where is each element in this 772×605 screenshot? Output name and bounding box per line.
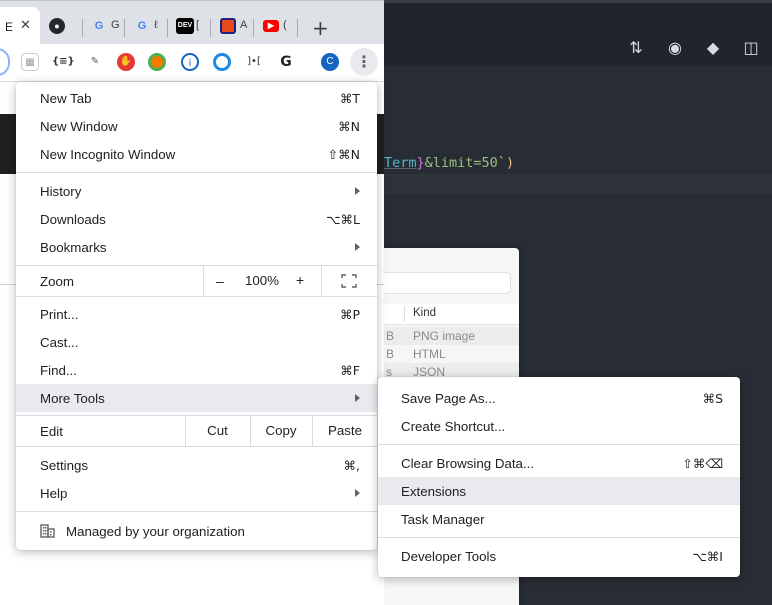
building-icon	[40, 524, 55, 538]
menu-item-create-shortcut[interactable]: Create Shortcut...	[378, 412, 740, 440]
zoom-out-button[interactable]: –	[216, 273, 224, 289]
grammarly-icon[interactable]: G	[277, 53, 295, 71]
json-formatter-icon[interactable]: {≡}	[52, 53, 75, 71]
dev-icon: DEV	[176, 18, 194, 34]
menu-item-downloads[interactable]: Downloads ⌥⌘L	[16, 205, 377, 233]
kind-column-header[interactable]: Kind	[413, 307, 436, 319]
password-manager-icon[interactable]: i	[181, 53, 199, 71]
chrome-menu-button[interactable]: ⋮	[350, 48, 378, 76]
ublock-icon[interactable]: ✋	[117, 53, 135, 71]
submenu-arrow-icon	[355, 489, 360, 497]
bookmark-site-icon	[220, 18, 236, 34]
more-tools-submenu: Save Page As... ⌘S Create Shortcut... Cle…	[378, 377, 740, 577]
menu-item-clear-browsing-data[interactable]: Clear Browsing Data... ⇧⌘⌫	[378, 449, 740, 477]
address-bar[interactable]	[0, 48, 10, 76]
menu-item-settings[interactable]: Settings ⌘,	[16, 451, 377, 479]
menu-item-print[interactable]: Print... ⌘P	[16, 300, 377, 328]
menu-item-new-incognito-window[interactable]: New Incognito Window ⇧⌘N	[16, 140, 377, 168]
cut-button[interactable]: Cut	[185, 416, 250, 446]
menu-item-new-window[interactable]: New Window ⌘N	[16, 112, 377, 140]
menu-item-new-tab[interactable]: New Tab ⌘T	[16, 84, 377, 112]
menu-item-edit: Edit Cut Copy Paste	[16, 416, 377, 446]
circle-extension-icon[interactable]	[213, 53, 231, 71]
menu-item-developer-tools[interactable]: Developer Tools ⌥⌘I	[378, 542, 740, 570]
eyedropper-icon[interactable]: ✎	[86, 53, 104, 71]
editor-toolbar: ⇅ ◉ ◆ ◫	[384, 0, 772, 66]
finder-search-field[interactable]	[378, 272, 511, 294]
profile-avatar[interactable]: C	[321, 53, 339, 71]
zoom-level: 100%	[245, 273, 280, 288]
google-icon: G	[137, 20, 147, 32]
split-editor-icon[interactable]: ◫	[740, 37, 762, 59]
file-row[interactable]: B HTML	[378, 345, 519, 363]
menu-item-find[interactable]: Find... ⌘F	[16, 356, 377, 384]
active-tab[interactable]: E ✕	[0, 7, 40, 45]
new-tab-button[interactable]: +	[312, 16, 329, 40]
zoom-in-button[interactable]: +	[296, 272, 304, 288]
file-row[interactable]: B PNG image	[378, 327, 519, 345]
menu-item-cast[interactable]: Cast...	[16, 328, 377, 356]
menu-item-zoom: Zoom – 100% +	[16, 266, 377, 296]
submenu-arrow-icon	[355, 394, 360, 402]
finder-column-header: Kind	[378, 304, 519, 325]
submenu-arrow-icon	[355, 243, 360, 251]
tab-strip: E ✕ ● G G G ℓ DEV [ A ▶ (+	[0, 0, 384, 45]
git-icon[interactable]: ◆	[702, 37, 724, 59]
google-icon: G	[94, 20, 104, 32]
menu-item-more-tools[interactable]: More Tools	[16, 384, 377, 412]
fullscreen-icon[interactable]	[341, 274, 357, 288]
extension-grid-icon[interactable]: ▦	[21, 53, 39, 71]
source-control-icon[interactable]: ⇅	[625, 37, 647, 59]
copy-button[interactable]: Copy	[250, 416, 312, 446]
menu-item-help[interactable]: Help	[16, 479, 377, 507]
open-changes-icon[interactable]: ◉	[664, 37, 686, 59]
current-line-highlight	[384, 174, 772, 194]
menu-item-history[interactable]: History	[16, 177, 377, 205]
menu-item-bookmarks[interactable]: Bookmarks	[16, 233, 377, 261]
github-icon: ●	[49, 18, 65, 34]
close-tab-icon[interactable]: ✕	[20, 18, 31, 33]
paste-button[interactable]: Paste	[313, 416, 377, 446]
submenu-arrow-icon	[355, 187, 360, 195]
chrome-main-menu: New Tab ⌘T New Window ⌘N New Incognito Win…	[16, 82, 377, 550]
menu-item-task-manager[interactable]: Task Manager	[378, 505, 740, 533]
code-line[interactable]: Term}&limit=50`)	[384, 155, 514, 171]
menu-item-managed-by-organization[interactable]: Managed by your organization	[16, 517, 377, 545]
menu-item-extensions[interactable]: Extensions	[378, 477, 740, 505]
menu-item-save-page-as[interactable]: Save Page As... ⌘S	[378, 384, 740, 412]
bracket-extension-icon[interactable]: ]•[	[245, 53, 263, 71]
youtube-icon: ▶	[263, 20, 279, 32]
browser-toolbar: ▦ {≡} ✎ ✋ i ]•[ G C ⋮	[0, 44, 384, 82]
color-picker-icon[interactable]	[148, 53, 166, 71]
